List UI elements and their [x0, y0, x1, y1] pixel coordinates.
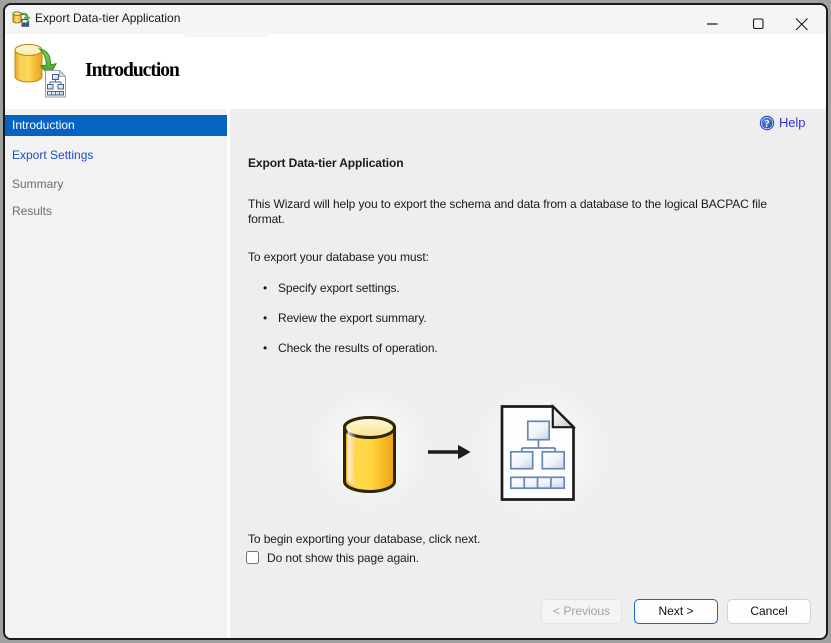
svg-text:?: ?: [764, 118, 770, 130]
